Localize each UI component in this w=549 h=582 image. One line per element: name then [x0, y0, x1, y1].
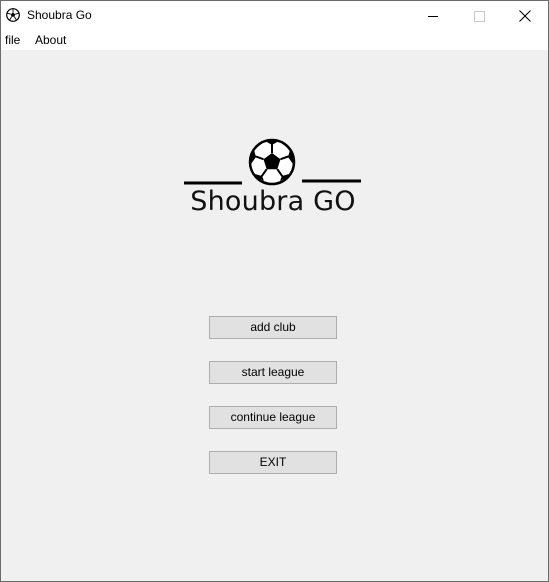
soccer-ball-icon: [6, 8, 20, 22]
add-club-button[interactable]: add club: [209, 316, 337, 339]
exit-button[interactable]: EXIT: [209, 451, 337, 474]
continue-league-button[interactable]: continue league: [209, 406, 337, 429]
window-title: Shoubra Go: [27, 8, 92, 22]
maximize-button[interactable]: [456, 1, 502, 31]
start-league-button[interactable]: start league: [209, 361, 337, 384]
menu-about[interactable]: About: [35, 33, 66, 47]
main-panel: Shoubra GO add club start league continu…: [1, 50, 548, 581]
soccer-ball-icon: [248, 138, 296, 186]
close-button[interactable]: [502, 1, 548, 31]
logo-text: Shoubra GO: [190, 186, 356, 217]
maximize-icon: [473, 10, 485, 22]
title-bar[interactable]: Shoubra Go: [1, 1, 548, 31]
app-window: Shoubra Go file About Shoubra GO add clu…: [0, 0, 549, 582]
minimize-icon: [428, 16, 438, 17]
logo-graphic: [184, 138, 361, 186]
app-logo: Shoubra GO: [182, 136, 364, 222]
close-icon: [519, 10, 531, 22]
menu-file[interactable]: file: [5, 33, 20, 47]
minimize-button[interactable]: [410, 1, 456, 31]
menu-bar: file About: [1, 31, 548, 50]
